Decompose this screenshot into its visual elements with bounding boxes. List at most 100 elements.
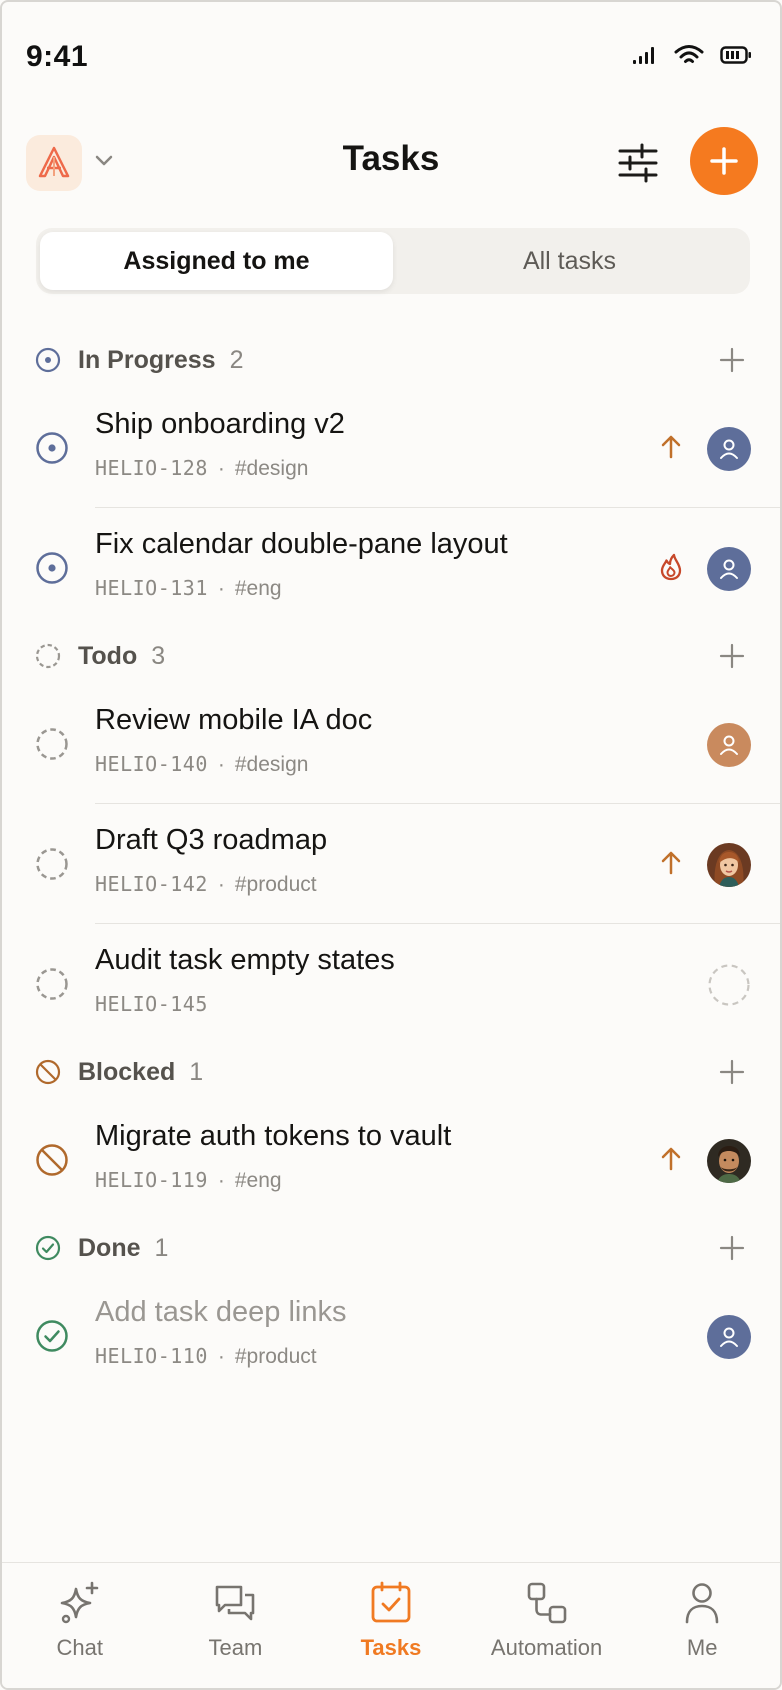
done-icon[interactable] (34, 1318, 70, 1354)
task-meta: HELIO-140·#design (95, 752, 308, 777)
task-tag: #design (235, 457, 309, 480)
wifi-icon (674, 44, 704, 66)
high-priority-icon (656, 432, 686, 462)
assignment-segmented-control: Assigned to me All tasks (36, 228, 750, 294)
section-title: Blocked1 (78, 1058, 203, 1087)
task-tag: #eng (235, 577, 282, 600)
task-id: HELIO-142 (95, 872, 208, 896)
in-progress-icon (34, 346, 62, 374)
filter-sliders-icon[interactable] (616, 141, 660, 185)
high-priority-icon (656, 1144, 686, 1174)
photo-avatar-woman[interactable] (707, 843, 751, 887)
section-count: 1 (189, 1058, 203, 1086)
blocked-icon[interactable] (34, 1142, 70, 1178)
task-id: HELIO-131 (95, 576, 208, 600)
task-id: HELIO-119 (95, 1168, 208, 1192)
assignee-avatar[interactable] (707, 723, 751, 767)
section-count: 1 (155, 1234, 169, 1262)
tab-label: Me (687, 1635, 718, 1661)
sparkle-icon (56, 1579, 104, 1627)
todo-icon (34, 642, 62, 670)
todo-icon[interactable] (34, 726, 70, 762)
section-count: 3 (151, 642, 165, 670)
in-progress-icon[interactable] (34, 550, 70, 586)
in-progress-icon[interactable] (34, 430, 70, 466)
task-id: HELIO-128 (95, 456, 208, 480)
task-title: Review mobile IA doc (95, 704, 372, 737)
task-id: HELIO-110 (95, 1344, 208, 1368)
user-icon (717, 733, 741, 757)
section-header-todo: Todo3 (2, 628, 780, 684)
section-header-blocked: Blocked1 (2, 1044, 780, 1100)
tab-label: Team (208, 1635, 262, 1661)
task-row[interactable]: Ship onboarding v2 HELIO-128·#design (2, 388, 780, 508)
person-icon (678, 1579, 726, 1627)
urgent-flame-icon (656, 552, 686, 582)
tab-tasks[interactable]: Tasks (313, 1563, 469, 1690)
tab-chat[interactable]: Chat (2, 1563, 158, 1690)
add-task-button[interactable] (690, 127, 758, 195)
user-icon (717, 437, 741, 461)
cellular-signal-icon (632, 45, 658, 65)
todo-icon[interactable] (34, 846, 70, 882)
user-icon (717, 1325, 741, 1349)
task-meta: HELIO-119·#eng (95, 1168, 282, 1193)
section-title: In Progress2 (78, 346, 243, 375)
todo-icon[interactable] (34, 966, 70, 1002)
task-tag: #eng (235, 1169, 282, 1192)
task-meta: HELIO-131·#eng (95, 576, 282, 601)
task-row[interactable]: Migrate auth tokens to vault HELIO-119·#… (2, 1100, 780, 1220)
task-row[interactable]: Review mobile IA doc HELIO-140·#design (2, 684, 780, 804)
tab-automation[interactable]: Automation (469, 1563, 625, 1690)
header: Tasks (2, 127, 780, 197)
section-title: Todo3 (78, 642, 165, 671)
tab-label: Automation (491, 1635, 602, 1661)
section-add-icon[interactable] (718, 1058, 746, 1086)
segment-all-tasks[interactable]: All tasks (393, 232, 746, 290)
task-id: HELIO-140 (95, 752, 208, 776)
task-row[interactable]: Audit task empty states HELIO-145 (2, 924, 780, 1044)
task-meta: HELIO-128·#design (95, 456, 308, 481)
section-title: Done1 (78, 1234, 168, 1263)
task-row[interactable]: Draft Q3 roadmap HELIO-142·#product (2, 804, 780, 924)
task-tag: #product (235, 1345, 317, 1368)
task-title: Audit task empty states (95, 944, 395, 977)
tab-team[interactable]: Team (158, 1563, 314, 1690)
assignee-avatar[interactable] (707, 547, 751, 591)
tab-label: Tasks (361, 1635, 422, 1661)
page-title: Tasks (2, 139, 780, 179)
task-list: In Progress2 Ship onboarding v2 HELIO-12… (2, 332, 780, 1396)
assignee-avatar[interactable] (707, 1315, 751, 1359)
plus-icon (708, 145, 740, 177)
task-tag: #product (235, 873, 317, 896)
task-meta: HELIO-145 (95, 992, 208, 1017)
task-title: Migrate auth tokens to vault (95, 1120, 451, 1153)
task-row[interactable]: Fix calendar double-pane layout HELIO-13… (2, 508, 780, 628)
section-count: 2 (230, 346, 244, 374)
section-header-in-progress: In Progress2 (2, 332, 780, 388)
tab-me[interactable]: Me (624, 1563, 780, 1690)
battery-icon (720, 45, 752, 65)
section-add-icon[interactable] (718, 1234, 746, 1262)
photo-avatar-woman (707, 843, 751, 887)
task-id: HELIO-145 (95, 992, 208, 1016)
unassigned-icon (707, 963, 751, 1007)
section-add-icon[interactable] (718, 346, 746, 374)
app-frame: 9:41 (0, 0, 782, 1690)
task-tag: #design (235, 753, 309, 776)
photo-avatar-man[interactable] (707, 1139, 751, 1183)
segment-assigned-to-me[interactable]: Assigned to me (40, 232, 393, 290)
unassigned-avatar[interactable] (707, 963, 751, 1007)
status-time: 9:41 (26, 40, 88, 74)
tab-label: Chat (57, 1635, 103, 1661)
status-icons (632, 44, 752, 66)
task-title: Fix calendar double-pane layout (95, 528, 508, 561)
done-icon (34, 1234, 62, 1262)
assignee-avatar[interactable] (707, 427, 751, 471)
user-icon (717, 557, 741, 581)
workflow-icon (523, 1579, 571, 1627)
task-row[interactable]: Add task deep links HELIO-110·#product (2, 1276, 780, 1396)
section-add-icon[interactable] (718, 642, 746, 670)
blocked-icon (34, 1058, 62, 1086)
chat-bubbles-icon (211, 1579, 259, 1627)
